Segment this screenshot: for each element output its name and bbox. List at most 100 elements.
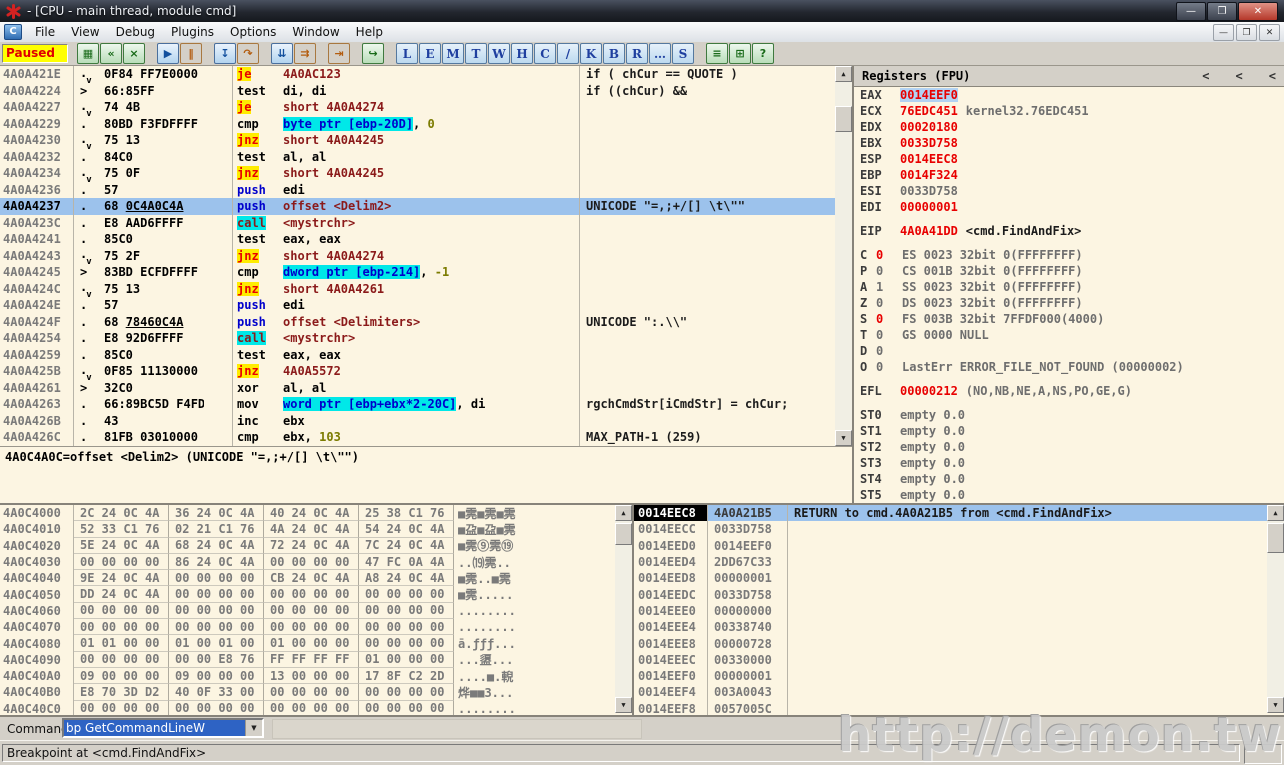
trace-into-button[interactable]: ⇊	[271, 43, 293, 64]
register-row[interactable]: ST3empty 0.0	[854, 455, 1284, 471]
register-row[interactable]: EBX0033D758	[854, 135, 1284, 151]
scroll-thumb[interactable]	[615, 523, 632, 545]
disasm-row[interactable]: 4A0A423C.E8 AAD6FFFFcall<mystrchr>	[0, 215, 835, 232]
stack-row[interactable]: 0014EEE800000728	[634, 635, 1267, 651]
register-row[interactable]: ST0empty 0.0	[854, 407, 1284, 423]
dump-row[interactable]: 4A0C40205E 24 0C 4A68 24 0C 4A72 24 0C 4…	[0, 538, 632, 554]
register-row[interactable]: ST1empty 0.0	[854, 423, 1284, 439]
memory-window-button[interactable]: M	[442, 43, 464, 64]
run-trace-window-button[interactable]: …	[649, 43, 671, 64]
register-row[interactable]: EDX00020180	[854, 119, 1284, 135]
register-row[interactable]: A1SS 0023 32bit 0(FFFFFFFF)	[854, 279, 1284, 295]
disasm-row[interactable]: 4A0A424C.v75 13jnzshort 4A0A4261	[0, 281, 835, 298]
disasm-row[interactable]: 4A0A424E.57pushedi	[0, 297, 835, 314]
windows-list-button[interactable]: ⊞	[729, 43, 751, 64]
restart-button[interactable]: «	[100, 43, 122, 64]
register-row[interactable]: P0CS 001B 32bit 0(FFFFFFFF)	[854, 263, 1284, 279]
dump-row[interactable]: 4A0C401052 33 C1 7602 21 C1 764A 24 0C 4…	[0, 521, 632, 537]
scroll-thumb[interactable]	[1267, 523, 1284, 553]
dump-row[interactable]: 4A0C408001 01 00 0001 00 01 0001 00 00 0…	[0, 635, 632, 651]
disasm-row[interactable]: 4A0A4230.v75 13jnzshort 4A0A4245	[0, 132, 835, 149]
stack-row[interactable]: 0014EEC84A0A21B5RETURN to cmd.4A0A21B5 f…	[634, 505, 1267, 521]
disasm-row[interactable]: 4A0A4227.v74 4Bjeshort 4A0A4274	[0, 99, 835, 116]
disasm-row[interactable]: 4A0A4259.85C0testeax, eax	[0, 347, 835, 364]
step-over-button[interactable]: ↷	[237, 43, 259, 64]
combobox-dropdown-button[interactable]: ▼	[245, 720, 262, 736]
dump-scrollbar[interactable]: ▲ ▼	[615, 505, 632, 713]
registers-prev-button-1[interactable]: <	[1202, 69, 1209, 83]
menu-item-view[interactable]: View	[63, 23, 107, 41]
minimize-button[interactable]: —	[1176, 2, 1206, 21]
register-row[interactable]: Z0DS 0023 32bit 0(FFFFFFFF)	[854, 295, 1284, 311]
threads-window-button[interactable]: T	[465, 43, 487, 64]
command-input[interactable]: bp GetCommandLineW	[64, 720, 245, 736]
register-row[interactable]: ECX76EDC451kernel32.76EDC451	[854, 103, 1284, 119]
dump-row[interactable]: 4A0C40409E 24 0C 4A00 00 00 00CB 24 0C 4…	[0, 570, 632, 586]
call-stack-window-button[interactable]: K	[580, 43, 602, 64]
scroll-up-arrow[interactable]: ▲	[1267, 505, 1284, 521]
register-row[interactable]: C0ES 0023 32bit 0(FFFFFFFF)	[854, 247, 1284, 263]
command-combobox[interactable]: bp GetCommandLineW ▼	[62, 718, 264, 738]
registers-prev-button-3[interactable]: <	[1269, 69, 1276, 83]
dump-row[interactable]: 4A0C409000 00 00 0000 00 E8 76FF FF FF F…	[0, 652, 632, 668]
disasm-row[interactable]: 4A0A4261>32C0xoral, al	[0, 380, 835, 397]
source-window-button[interactable]: S	[672, 43, 694, 64]
dump-row[interactable]: 4A0C403000 00 00 0086 24 0C 4A00 00 00 0…	[0, 554, 632, 570]
stack-row[interactable]: 0014EED42DD67C33	[634, 554, 1267, 570]
dump-row[interactable]: 4A0C40B0E8 70 3D D240 0F 33 0000 00 00 0…	[0, 684, 632, 700]
register-row[interactable]: EFL00000212(NO,NB,NE,A,NS,PO,GE,G)	[854, 383, 1284, 399]
register-row[interactable]: ST5empty 0.0	[854, 487, 1284, 503]
scroll-up-arrow[interactable]: ▲	[835, 66, 852, 82]
disasm-row[interactable]: 4A0A4229.80BD F3FDFFFFcmpbyte ptr [ebp-2…	[0, 116, 835, 133]
until-return-button[interactable]: ⇥	[328, 43, 350, 64]
disasm-row[interactable]: 4A0A4237.68 0C4A0C4Apushoffset <Delim2>U…	[0, 198, 835, 215]
mdi-restore-button[interactable]: ❐	[1236, 24, 1257, 41]
register-row[interactable]: ST4empty 0.0	[854, 471, 1284, 487]
close-program-button[interactable]: ×	[123, 43, 145, 64]
dump-row[interactable]: 4A0C4050DD 24 0C 4A00 00 00 0000 00 00 0…	[0, 586, 632, 602]
register-row[interactable]: S0FS 003B 32bit 7FFDF000(4000)	[854, 311, 1284, 327]
open-file-button[interactable]: ▦	[77, 43, 99, 64]
register-row[interactable]: EAX0014EEF0	[854, 87, 1284, 103]
register-row[interactable]: ST2empty 0.0	[854, 439, 1284, 455]
mdi-close-button[interactable]: ✕	[1259, 24, 1280, 41]
stack-row[interactable]: 0014EEE400338740	[634, 619, 1267, 635]
disasm-row[interactable]: 4A0A425B.v0F85 11130000jnz4A0A5572	[0, 363, 835, 380]
close-button[interactable]: ✕	[1238, 2, 1278, 21]
stack-row[interactable]: 0014EEF4003A0043	[634, 684, 1267, 700]
disasm-row[interactable]: 4A0A4245>83BD ECFDFFFFcmpdword ptr [ebp-…	[0, 264, 835, 281]
patches-window-button[interactable]: /	[557, 43, 579, 64]
register-row[interactable]: ESI0033D758	[854, 183, 1284, 199]
stack-scrollbar[interactable]: ▲ ▼	[1267, 505, 1284, 713]
mdi-minimize-button[interactable]: —	[1213, 24, 1234, 41]
disasm-row[interactable]: 4A0A426C.81FB 03010000cmpebx, 103MAX_PAT…	[0, 429, 835, 446]
stack-row[interactable]: 0014EEF80057005C	[634, 701, 1267, 715]
disasm-row[interactable]: 4A0A4232.84C0testal, al	[0, 149, 835, 166]
register-row[interactable]: T0GS 0000 NULL	[854, 327, 1284, 343]
executables-window-button[interactable]: E	[419, 43, 441, 64]
handles-window-button[interactable]: H	[511, 43, 533, 64]
windows-window-button[interactable]: W	[488, 43, 510, 64]
disasm-row[interactable]: 4A0A421E.v0F84 FF7E0000je4A0AC123if ( ch…	[0, 66, 835, 83]
stack-row[interactable]: 0014EED800000001	[634, 570, 1267, 586]
run-button[interactable]: ▶	[157, 43, 179, 64]
restore-button[interactable]: ❐	[1207, 2, 1237, 21]
trace-over-button[interactable]: ⇉	[294, 43, 316, 64]
disasm-row[interactable]: 4A0A4263.66:89BC5D F4FDFFFFmovword ptr […	[0, 396, 835, 413]
dump-row[interactable]: 4A0C40002C 24 0C 4A36 24 0C 4A40 24 0C 4…	[0, 505, 632, 521]
scroll-up-arrow[interactable]: ▲	[615, 505, 632, 521]
references-window-button[interactable]: R	[626, 43, 648, 64]
disasm-row[interactable]: 4A0A4241.85C0testeax, eax	[0, 231, 835, 248]
registers-prev-button-2[interactable]: <	[1236, 69, 1243, 83]
breakpoints-window-button[interactable]: B	[603, 43, 625, 64]
register-row[interactable]: O0LastErr ERROR_FILE_NOT_FOUND (00000002…	[854, 359, 1284, 375]
stack-row[interactable]: 0014EEE000000000	[634, 603, 1267, 619]
menu-item-file[interactable]: File	[27, 23, 63, 41]
cpu-window-button[interactable]: C	[534, 43, 556, 64]
register-row[interactable]: EDI00000001	[854, 199, 1284, 215]
disasm-row[interactable]: 4A0A4243.v75 2Fjnzshort 4A0A4274	[0, 248, 835, 265]
menu-item-plugins[interactable]: Plugins	[163, 23, 222, 41]
dump-row[interactable]: 4A0C407000 00 00 0000 00 00 0000 00 00 0…	[0, 619, 632, 635]
disasm-row[interactable]: 4A0A424F.68 78460C4Apushoffset <Delimite…	[0, 314, 835, 331]
stack-row[interactable]: 0014EED00014EEF0	[634, 538, 1267, 554]
